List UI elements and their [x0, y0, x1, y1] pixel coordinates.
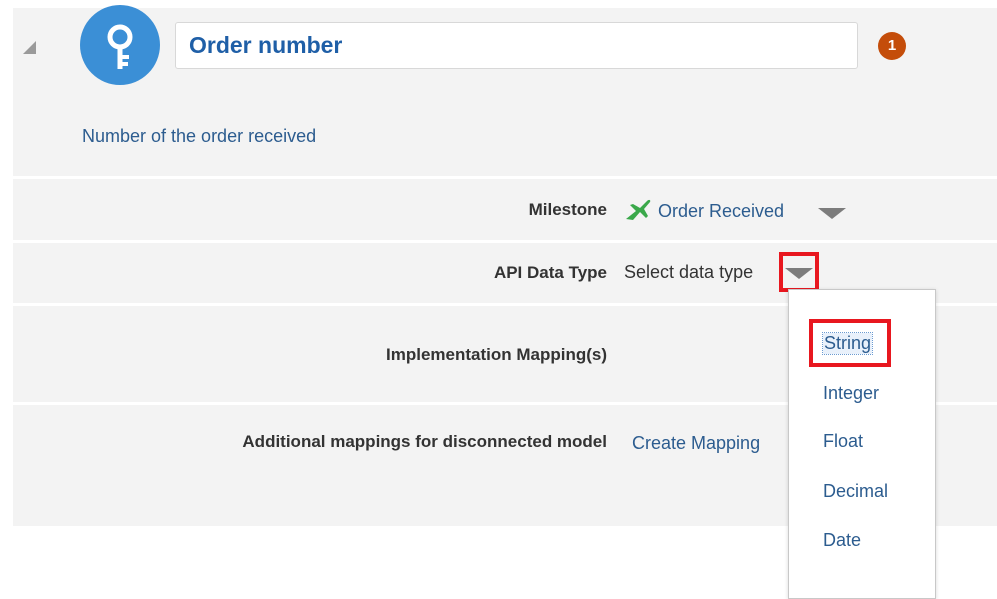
option-date[interactable]: Date — [823, 530, 861, 551]
milestone-selector[interactable]: Order Received — [624, 198, 784, 224]
milestone-plane-icon — [624, 199, 652, 223]
option-integer[interactable]: Integer — [823, 383, 879, 404]
option-decimal[interactable]: Decimal — [823, 481, 888, 502]
implementation-mapping-label: Implementation Mapping(s) — [386, 345, 607, 364]
chevron-down-icon — [818, 208, 846, 219]
row-divider — [13, 176, 997, 179]
additional-mappings-label: Additional mappings for disconnected mod… — [242, 432, 607, 451]
row-divider — [13, 240, 997, 243]
key-icon — [80, 5, 160, 85]
milestone-label: Milestone — [528, 200, 607, 219]
data-type-placeholder[interactable]: Select data type — [624, 262, 753, 283]
count-badge: 1 — [878, 32, 906, 60]
api-data-type-label: API Data Type — [493, 263, 607, 282]
description-text: Number of the order received — [82, 126, 317, 146]
data-type-dropdown-button[interactable] — [779, 252, 819, 292]
chevron-down-icon — [785, 268, 813, 279]
name-input[interactable] — [175, 22, 858, 69]
option-float[interactable]: Float — [823, 431, 863, 452]
milestone-value: Order Received — [658, 200, 785, 221]
create-mapping-link[interactable]: Create Mapping — [632, 433, 760, 454]
collapse-toggle-icon[interactable] — [23, 41, 36, 54]
option-string[interactable]: String — [821, 332, 874, 355]
milestone-dropdown-button[interactable] — [818, 206, 846, 224]
data-type-options-menu: String Integer Float Decimal Date — [788, 289, 936, 599]
